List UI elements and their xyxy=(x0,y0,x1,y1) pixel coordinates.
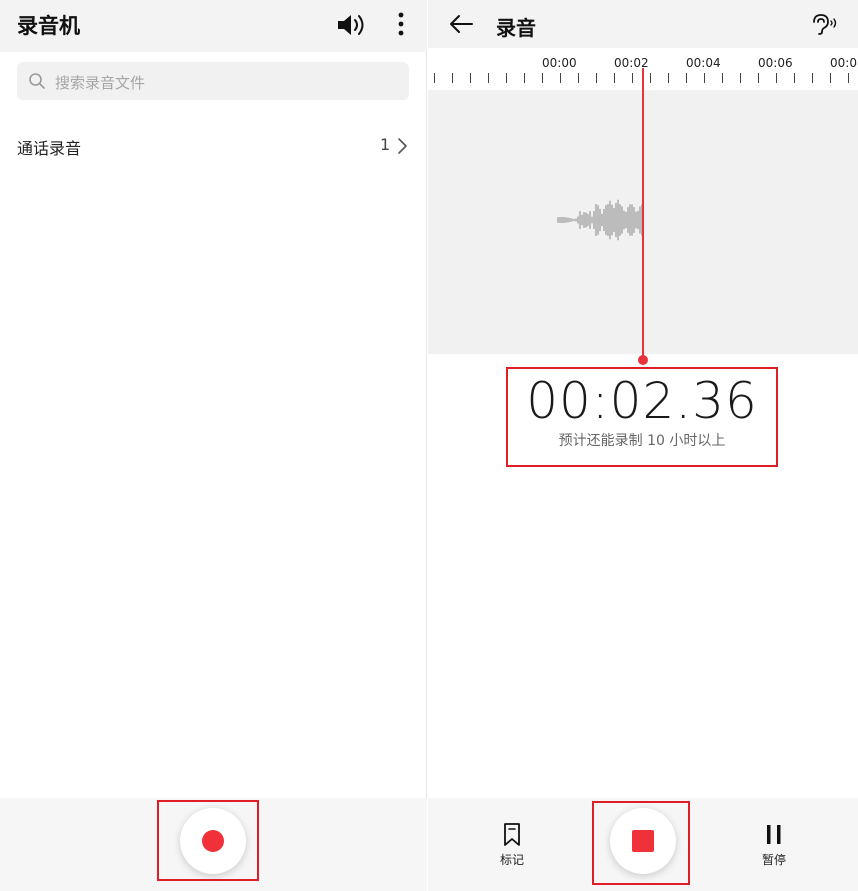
ruler-tick xyxy=(848,73,849,83)
ruler-tick xyxy=(614,73,615,83)
mark-button[interactable]: 标记 xyxy=(482,822,542,868)
app-title: 录音机 xyxy=(17,14,80,38)
ruler-tick xyxy=(758,73,759,83)
ruler-tick xyxy=(488,73,489,83)
ruler-label: 00:00 xyxy=(542,56,577,70)
folder-label: 通话录音 xyxy=(17,139,82,158)
dual-screen: 录音机 搜索录音文件 通话录音 1 录音 00:00 00:02 00:04 0… xyxy=(0,0,858,891)
app-header: 录音机 xyxy=(0,0,427,52)
ruler-label: 00:08 xyxy=(830,56,858,70)
ruler-tick xyxy=(740,73,741,83)
ruler-label: 00:04 xyxy=(686,56,721,70)
pause-label: 暂停 xyxy=(761,853,786,867)
playhead-line xyxy=(642,68,644,358)
ruler-tick xyxy=(830,73,831,83)
ruler-tick xyxy=(578,73,579,83)
pause-button[interactable]: 暂停 xyxy=(744,822,804,868)
ruler-label: 00:06 xyxy=(758,56,793,70)
ruler-tick xyxy=(470,73,471,83)
mark-label: 标记 xyxy=(499,853,524,867)
speaker-icon[interactable] xyxy=(335,12,367,38)
ruler-tick xyxy=(794,73,795,83)
ruler-tick xyxy=(776,73,777,83)
folder-count: 1 xyxy=(380,135,391,154)
more-vertical-icon[interactable] xyxy=(392,10,410,40)
recorder-home-screen: 录音机 搜索录音文件 通话录音 1 xyxy=(0,0,427,891)
ruler-tick xyxy=(452,73,453,83)
earpiece-icon[interactable] xyxy=(810,12,840,36)
search-placeholder: 搜索录音文件 xyxy=(55,74,146,92)
ruler-tick xyxy=(686,73,687,83)
ruler-tick xyxy=(704,73,705,83)
ruler-tick xyxy=(524,73,525,83)
ruler-tick xyxy=(434,73,435,83)
pause-icon xyxy=(767,825,781,844)
ruler-tick xyxy=(542,73,543,83)
highlight-box-stop xyxy=(592,801,690,885)
ruler-tick xyxy=(650,73,651,83)
ruler-tick xyxy=(722,73,723,83)
recording-title: 录音 xyxy=(496,16,536,40)
ruler-tick xyxy=(668,73,669,83)
chevron-right-icon xyxy=(398,138,407,154)
ruler-tick xyxy=(596,73,597,83)
ruler-tick xyxy=(506,73,507,83)
search-box[interactable]: 搜索录音文件 xyxy=(17,62,409,100)
back-arrow-icon[interactable] xyxy=(448,13,474,35)
highlight-box-record xyxy=(157,800,259,881)
playhead-dot xyxy=(638,355,648,365)
highlight-box-timer xyxy=(506,367,778,467)
recording-screen: 录音 00:00 00:02 00:04 00:06 00:08 00:02.3… xyxy=(428,0,858,891)
ruler-tick xyxy=(812,73,813,83)
bookmark-icon xyxy=(504,823,520,846)
folder-call-recordings[interactable]: 通话录音 1 xyxy=(0,124,427,166)
ruler-tick xyxy=(632,73,633,83)
ruler-tick xyxy=(560,73,561,83)
recording-header: 录音 xyxy=(428,0,858,48)
search-icon xyxy=(29,73,45,89)
